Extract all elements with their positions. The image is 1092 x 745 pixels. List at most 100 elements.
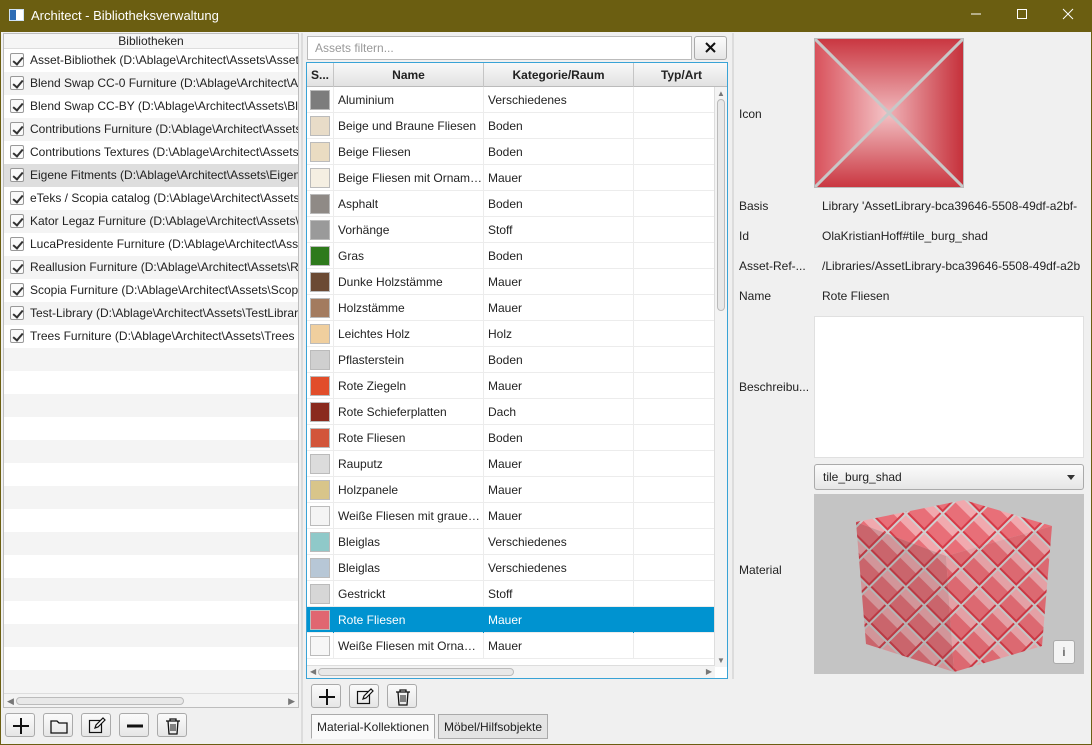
name-cell: Holzpanele [334,477,484,503]
library-checkbox[interactable] [10,260,24,274]
open-folder-button[interactable] [43,713,73,737]
material-swatch [310,298,330,318]
library-item[interactable]: Reallusion Furniture (D:\Ablage\Architec… [4,256,298,279]
library-checkbox[interactable] [10,76,24,90]
library-item[interactable]: Eigene Fitments (D:\Ablage\Architect\Ass… [4,164,298,187]
name-cell: Rote Fliesen [334,607,484,633]
delete-asset-button[interactable] [387,684,417,708]
swatch-cell [307,269,334,295]
table-row[interactable]: Bleiglas Verschiedenes [307,555,715,581]
splitter-right[interactable] [732,33,734,679]
type-cell [634,139,715,165]
table-row[interactable]: Rote Ziegeln Mauer [307,373,715,399]
empty-row [4,348,298,371]
material-select[interactable]: tile_burg_shad [814,464,1084,490]
remove-library-button[interactable] [119,713,149,737]
tab-furniture[interactable]: Möbel/Hilfsobjekte [438,714,549,739]
library-checkbox[interactable] [10,168,24,182]
tab-material-collections[interactable]: Material-Kollektionen [311,714,436,739]
scroll-thumb[interactable] [16,697,184,705]
table-row[interactable]: Rote Fliesen Mauer [307,607,715,633]
empty-row [4,509,298,532]
library-checkbox[interactable] [10,122,24,136]
scroll-left-icon[interactable]: ◀ [7,696,14,707]
library-item[interactable]: LucaPresidente Furniture (D:\Ablage\Arch… [4,233,298,256]
type-cell [634,581,715,607]
library-item[interactable]: Asset-Bibliothek (D:\Ablage\Architect\As… [4,49,298,72]
library-checkbox[interactable] [10,99,24,113]
library-checkbox[interactable] [10,145,24,159]
column-header-name[interactable]: Name [334,63,484,87]
scroll-right-icon[interactable]: ▶ [288,696,295,707]
asset-table-body: Aluminium Verschiedenes Beige und Braune F… [307,87,715,667]
table-row[interactable]: Vorhänge Stoff [307,217,715,243]
library-item[interactable]: Test-Library (D:\Ablage\Architect\Assets… [4,302,298,325]
table-row[interactable]: Gras Boden [307,243,715,269]
close-button[interactable] [1045,0,1091,32]
library-checkbox[interactable] [10,283,24,297]
scroll-right-icon[interactable]: ▶ [706,667,712,676]
edit-asset-button[interactable] [349,684,379,708]
library-hscrollbar[interactable]: ◀ ▶ [4,693,298,707]
name-cell: Beige Fliesen mit Ornamenten [334,165,484,191]
add-library-button[interactable] [5,713,35,737]
library-item[interactable]: Contributions Furniture (D:\Ablage\Archi… [4,118,298,141]
description-textarea[interactable] [814,316,1084,458]
table-row[interactable]: Rote Fliesen Boden [307,425,715,451]
swatch-cell [307,425,334,451]
table-row[interactable]: Dunke Holzstämme Mauer [307,269,715,295]
table-row[interactable]: Beige und Braune Fliesen Boden [307,113,715,139]
edit-library-button[interactable] [81,713,111,737]
library-item[interactable]: Blend Swap CC-BY (D:\Ablage\Architect\As… [4,95,298,118]
asset-vscrollbar[interactable]: ▲ ▼ [714,87,727,667]
table-row[interactable]: Weiße Fliesen mit OrnamentenMauer [307,633,715,659]
library-item[interactable]: Blend Swap CC-0 Furniture (D:\Ablage\Arc… [4,72,298,95]
library-item[interactable]: Kator Legaz Furniture (D:\Ablage\Archite… [4,210,298,233]
column-header-category[interactable]: Kategorie/Raum [484,63,634,87]
scroll-down-icon[interactable]: ▼ [717,656,725,665]
asset-filter-input[interactable]: Assets filtern... [307,36,692,60]
title-bar: Architect - Bibliotheksverwaltung [0,0,1092,32]
library-checkbox[interactable] [10,306,24,320]
table-row[interactable]: Aluminium Verschiedenes [307,87,715,113]
library-item[interactable]: Trees Furniture (D:\Ablage\Architect\Ass… [4,325,298,348]
table-row[interactable]: Weiße Fliesen mit grauen FugenMauer [307,503,715,529]
table-row[interactable]: Pflasterstein Boden [307,347,715,373]
scroll-thumb[interactable] [717,99,725,311]
library-checkbox[interactable] [10,329,24,343]
library-checkbox[interactable] [10,53,24,67]
table-row[interactable]: Asphalt Boden [307,191,715,217]
library-item-label: Trees Furniture (D:\Ablage\Architect\Ass… [30,329,298,343]
table-row[interactable]: Rauputz Mauer [307,451,715,477]
table-row[interactable]: Holzpanele Mauer [307,477,715,503]
scroll-left-icon[interactable]: ◀ [310,667,316,676]
library-checkbox[interactable] [10,237,24,251]
table-row[interactable]: Gestrickt Stoff [307,581,715,607]
minimize-button[interactable] [953,0,999,32]
table-row[interactable]: Leichtes Holz Holz [307,321,715,347]
splitter-left[interactable] [301,33,303,743]
category-cell: Dach [484,399,634,425]
table-row[interactable]: Bleiglas Verschiedenes [307,529,715,555]
maximize-button[interactable] [999,0,1045,32]
column-header-swatch[interactable]: S... [307,63,334,87]
table-row[interactable]: Beige Fliesen mit Ornamenten Mauer [307,165,715,191]
library-item[interactable]: eTeks / Scopia catalog (D:\Ablage\Archit… [4,187,298,210]
asset-hscrollbar[interactable]: ◀ ▶ [307,665,715,678]
table-row[interactable]: Beige Fliesen Boden [307,139,715,165]
library-checkbox[interactable] [10,191,24,205]
library-item[interactable]: Scopia Furniture (D:\Ablage\Architect\As… [4,279,298,302]
library-item[interactable]: Contributions Textures (D:\Ablage\Archit… [4,141,298,164]
add-asset-button[interactable] [311,684,341,708]
material-3d-preview[interactable] [814,494,1084,674]
column-header-type[interactable]: Typ/Art [634,63,727,87]
delete-library-button[interactable] [157,713,187,737]
table-row[interactable]: Rote Schieferplatten Dach [307,399,715,425]
scroll-thumb[interactable] [318,668,514,676]
clear-filter-button[interactable] [694,36,727,60]
library-checkbox[interactable] [10,214,24,228]
scroll-up-icon[interactable]: ▲ [717,89,725,98]
info-button[interactable]: i [1053,640,1075,664]
library-item-label: Kator Legaz Furniture (D:\Ablage\Archite… [30,214,298,228]
table-row[interactable]: Holzstämme Mauer [307,295,715,321]
